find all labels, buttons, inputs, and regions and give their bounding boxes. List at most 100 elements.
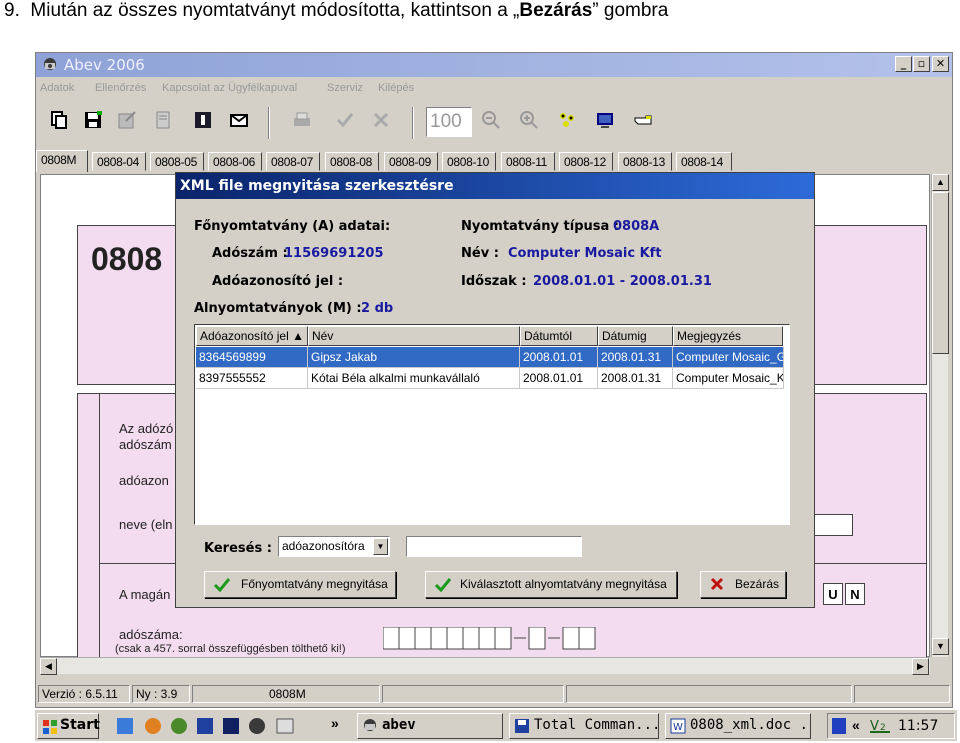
mail-icon[interactable] <box>228 109 250 131</box>
sub-forms-count: 2 db <box>361 301 394 316</box>
check-icon[interactable] <box>334 109 356 131</box>
svg-text:V: V <box>870 719 879 734</box>
form-label-adoszam: adószám <box>119 437 172 452</box>
menu-kilepes[interactable]: Kilépés <box>378 82 414 94</box>
status-empty-3 <box>854 685 950 703</box>
tab-0808-12[interactable]: 0808-12 <box>559 152 613 171</box>
col-header-adoazon[interactable]: Adóazonosító jel ▲ <box>196 326 308 346</box>
menu-ugyfelkapu[interactable]: Kapcsolat az Ügyfélkapuval <box>162 82 297 94</box>
window-titlebar[interactable]: Abev 2006 _ ▫ ✕ <box>36 53 952 77</box>
cell-megjegyzes: Computer Mosaic_K <box>673 368 784 389</box>
instruction-number: 9. <box>4 0 20 21</box>
toolbar-separator <box>412 107 414 139</box>
search-type-select[interactable]: adóazonosítóra ▼ <box>278 536 390 557</box>
col-header-nev[interactable]: Név <box>308 326 520 346</box>
open-main-form-button[interactable]: Főnyomtatvány megnyitása <box>204 571 396 598</box>
task-total-commander[interactable]: Total Comman... <box>509 713 659 739</box>
tab-0808-13[interactable]: 0808-13 <box>618 152 672 171</box>
close-window-button[interactable]: ✕ <box>932 56 949 72</box>
window-title: Abev 2006 <box>64 56 145 74</box>
word-doc-icon: W <box>670 718 686 734</box>
tab-0808M[interactable]: 0808M <box>36 150 88 172</box>
print-icon[interactable] <box>291 109 313 131</box>
vertical-scrollbar[interactable]: ▲ ▼ <box>931 174 949 657</box>
tray-chevron[interactable]: « <box>852 717 860 733</box>
zoom-out-icon[interactable] <box>480 109 502 131</box>
menu-adatok[interactable]: Adatok <box>40 82 74 94</box>
tab-0808-10[interactable]: 0808-10 <box>442 152 496 171</box>
clock: 11:57 <box>898 718 939 734</box>
tab-0808-08[interactable]: 0808-08 <box>325 152 379 171</box>
cell-nev: Gipsz Jakab <box>308 347 520 368</box>
adoszam-label: Adószám : <box>212 246 288 261</box>
col-header-megjegyzes[interactable]: Megjegyzés <box>673 326 783 346</box>
form-code: 0808 <box>91 241 163 277</box>
tab-0808-04[interactable]: 0808-04 <box>92 152 146 171</box>
tab-0808-06[interactable]: 0808-06 <box>208 152 262 171</box>
calculator-icon[interactable] <box>556 109 578 131</box>
info-icon[interactable] <box>192 109 214 131</box>
restore-button[interactable]: ▫ <box>913 56 930 72</box>
cell-datumig: 2008.01.31 <box>598 368 673 389</box>
cell-megjegyzes: Computer Mosaic_G <box>673 347 784 368</box>
scroll-right-icon[interactable]: ▶ <box>912 658 929 675</box>
svg-text:W: W <box>673 722 683 733</box>
pointing-hand-icon[interactable] <box>632 109 654 131</box>
print-preview-icon[interactable] <box>152 109 174 131</box>
form-tax-number-boxes[interactable] <box>382 626 603 656</box>
col-header-datumig[interactable]: Dátumig <box>598 326 673 346</box>
close-button[interactable]: Bezárás <box>700 571 786 598</box>
menu-szerviz[interactable]: Szerviz <box>327 82 363 94</box>
taskbar-chevron[interactable]: » <box>331 715 339 731</box>
chevron-down-icon[interactable]: ▼ <box>373 538 388 555</box>
form-letter-box[interactable]: N <box>845 583 865 605</box>
form-name-field[interactable] <box>811 514 853 536</box>
toolbar: 100 <box>36 101 952 147</box>
open-selected-subform-button[interactable]: Kiválasztott alnyomtatvány megnyitása <box>425 571 677 598</box>
horizontal-scrollbar[interactable]: ◀ ▶ <box>40 657 930 675</box>
statusbar: Verzió : 6.5.11 Ny : 3.9 0808M <box>36 683 952 705</box>
menubar: Adatok Ellenőrzés Kapcsolat az Ügyfélkap… <box>36 78 952 100</box>
minimize-button[interactable]: _ <box>895 56 912 72</box>
cell-nev: Kótai Béla alkalmi munkavállaló <box>308 368 520 389</box>
scroll-thumb[interactable] <box>932 192 949 354</box>
green-check-icon <box>213 578 231 593</box>
table-row[interactable]: 8397555552 Kótai Béla alkalmi munkaválla… <box>196 368 784 389</box>
form-letter-box[interactable]: U <box>823 583 843 605</box>
scroll-left-icon[interactable]: ◀ <box>40 658 57 675</box>
col-header-datumtol[interactable]: Dátumtól <box>520 326 598 346</box>
red-x-icon <box>710 577 724 591</box>
period-label: Időszak : <box>461 274 527 289</box>
tab-0808-05[interactable]: 0808-05 <box>150 152 204 171</box>
quick-launch-icons <box>117 718 294 734</box>
scroll-down-icon[interactable]: ▼ <box>932 638 949 655</box>
hu-language-icon[interactable] <box>832 718 846 734</box>
subforms-grid: Adóazonosító jel ▲ Név Dátumtól Dátumig … <box>194 324 790 525</box>
cell-datumtol: 2008.01.01 <box>520 368 598 389</box>
form-label-magan: A magán <box>119 587 171 602</box>
tab-0808-07[interactable]: 0808-07 <box>266 152 320 171</box>
tab-0808-09[interactable]: 0808-09 <box>384 152 438 171</box>
cancel-icon[interactable] <box>370 109 392 131</box>
zoom-in-icon[interactable] <box>518 109 540 131</box>
menu-ellenorzes[interactable]: Ellenőrzés <box>95 82 146 94</box>
copy-icon[interactable] <box>48 109 70 131</box>
edit-icon[interactable] <box>116 109 138 131</box>
status-version: Verzió : 6.5.11 <box>38 685 130 703</box>
tray-app-icon[interactable]: V2 <box>870 717 890 735</box>
save-icon[interactable] <box>82 109 104 131</box>
tab-0808-11[interactable]: 0808-11 <box>501 152 555 171</box>
instruction-bold: Bezárás <box>519 0 593 21</box>
task-abev[interactable]: abev <box>357 713 503 739</box>
cell-datumtol: 2008.01.01 <box>520 347 598 368</box>
digit-boxes-icon <box>382 626 596 650</box>
search-input[interactable] <box>406 536 582 557</box>
tab-0808-14[interactable]: 0808-14 <box>676 152 732 171</box>
name-value: Computer Mosaic Kft <box>508 246 662 261</box>
zoom-field[interactable]: 100 <box>426 107 472 137</box>
task-word-doc[interactable]: W 0808_xml.doc ... <box>665 713 811 739</box>
scroll-up-icon[interactable]: ▲ <box>932 174 949 191</box>
table-row[interactable]: 8364569899 Gipsz Jakab 2008.01.01 2008.0… <box>196 347 784 368</box>
monitor-icon[interactable] <box>594 109 616 131</box>
start-button[interactable]: Start <box>37 713 100 739</box>
